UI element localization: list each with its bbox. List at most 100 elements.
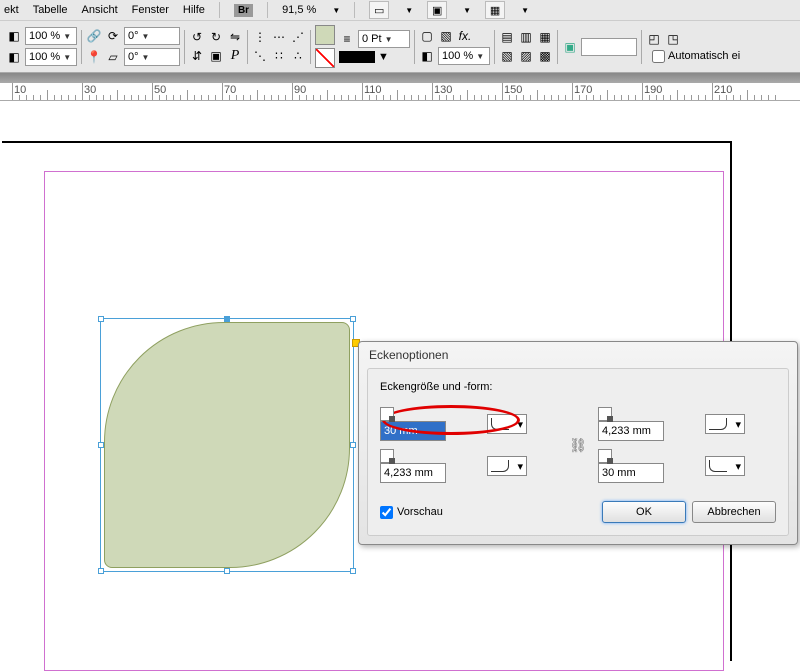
dist-icon[interactable]: ∴ [290, 48, 306, 64]
separator [310, 30, 311, 64]
rotate-ccw-icon[interactable]: ↺ [189, 29, 205, 45]
dist-icon[interactable]: ⋰ [290, 29, 306, 45]
corner-tr-swatch[interactable] [598, 407, 612, 421]
corner-br-shape-combo[interactable]: ▾ [705, 456, 745, 476]
document-canvas[interactable]: Eckenoptionen Eckengröße und -form: 30 m… [0, 101, 800, 621]
horizontal-ruler: 1030507090110130150170190210 [0, 83, 800, 101]
separator [557, 30, 558, 64]
opacity-combo-1[interactable]: 100 %▼ [25, 27, 77, 45]
page-border-top [2, 141, 732, 143]
wrap-icon[interactable]: ▤ [499, 29, 515, 45]
separator [267, 2, 268, 18]
corner-bl-swatch[interactable] [380, 449, 394, 463]
resize-handle[interactable] [224, 568, 230, 574]
chevron-down-icon[interactable]: ▼ [405, 6, 413, 15]
menu-fenster[interactable]: Fenster [132, 4, 169, 16]
dist-icon[interactable]: ⋱ [252, 48, 268, 64]
opacity-icon: ◧ [419, 48, 435, 64]
select-container-icon[interactable]: ▣ [208, 48, 224, 64]
rotate-cw-icon[interactable]: ↻ [208, 29, 224, 45]
control-panel: ◧100 %▼ ◧100 %▼ 🔗⟳0°▼ 📍▱0°▼ ↺↻⇋ ⇵▣P ⋮⋯⋰ … [0, 20, 800, 73]
cancel-button[interactable]: Abbrechen [692, 501, 776, 523]
fx-label-icon[interactable]: fx. [457, 28, 473, 44]
dist-icon[interactable]: ⋮ [252, 29, 268, 45]
corner-tr-size-input[interactable]: 4,233 mm [598, 421, 664, 441]
menu-bar: ekt Tabelle Ansicht Fenster Hilfe Br 91,… [0, 0, 800, 20]
menu-hilfe[interactable]: Hilfe [183, 4, 205, 16]
corner-tl-size-input[interactable]: 30 mm [380, 421, 446, 441]
stroke-opacity-combo[interactable]: 100 %▼ [438, 47, 490, 65]
dialog-title: Eckenoptionen [359, 342, 797, 368]
zoom-level[interactable]: 91,5 % [282, 4, 316, 16]
arrange-icon[interactable]: ▣ [427, 1, 447, 19]
tab-bar [0, 73, 800, 83]
corner-bl-shape-combo[interactable]: ▾ [487, 456, 527, 476]
resize-handle[interactable] [98, 316, 104, 322]
flip-h-icon[interactable]: ⇋ [227, 29, 243, 45]
wrap-icon[interactable]: ▥ [518, 29, 534, 45]
preview-checkbox[interactable] [380, 506, 393, 519]
auto-checkbox[interactable] [652, 50, 665, 63]
dist-icon[interactable]: ∷ [271, 48, 287, 64]
resize-handle[interactable] [350, 568, 356, 574]
wrap-icon[interactable]: ▨ [518, 48, 534, 64]
stroke-style[interactable] [339, 51, 375, 63]
pin-icon[interactable]: 📍 [86, 49, 102, 65]
dist-icon[interactable]: ⋯ [271, 29, 287, 45]
opacity-icon: ◧ [6, 49, 22, 65]
corner-icon[interactable]: ◰ [646, 31, 662, 47]
menu-ansicht[interactable]: Ansicht [82, 4, 118, 16]
corner-bl-size-input[interactable]: 4,233 mm [380, 463, 446, 483]
screen-mode-icon[interactable]: ▭ [369, 1, 389, 19]
corner-icon[interactable]: ◳ [665, 31, 681, 47]
resize-handle[interactable] [98, 568, 104, 574]
rotate-icon: ⟳ [105, 28, 121, 44]
opacity-combo-2[interactable]: 100 %▼ [25, 48, 77, 66]
stroke-weight-combo[interactable]: 0 Pt▼ [358, 30, 410, 48]
chevron-down-icon[interactable]: ▼ [332, 6, 340, 15]
paragraph-icon[interactable]: P [227, 48, 243, 64]
link-icon[interactable]: 🔗 [86, 28, 102, 44]
corner-tr-shape-combo[interactable]: ▾ [705, 414, 745, 434]
fit-combo[interactable] [581, 38, 637, 56]
separator [414, 30, 415, 64]
resize-handle[interactable] [224, 316, 230, 322]
angle-combo[interactable]: 0°▼ [124, 27, 180, 45]
chevron-down-icon[interactable]: ▼ [378, 51, 389, 63]
ok-button[interactable]: OK [602, 501, 686, 523]
shear-icon: ▱ [105, 49, 121, 65]
menu-object[interactable]: ekt [4, 4, 19, 16]
separator [81, 30, 82, 64]
view-options-icon[interactable]: ▦ [485, 1, 505, 19]
corner-tl-swatch[interactable] [380, 407, 394, 421]
resize-handle[interactable] [350, 316, 356, 322]
stroke-weight-icon: ≡ [339, 31, 355, 47]
separator [247, 30, 248, 64]
corner-br-size-input[interactable]: 30 mm [598, 463, 664, 483]
resize-handle[interactable] [350, 442, 356, 448]
resize-handle[interactable] [98, 442, 104, 448]
fill-swatch[interactable] [315, 25, 335, 45]
chevron-down-icon[interactable]: ▼ [463, 6, 471, 15]
flip-v-icon[interactable]: ⇵ [189, 48, 205, 64]
selection-bounding-box[interactable] [100, 318, 354, 572]
frame-fit-icon[interactable]: ▣ [562, 39, 578, 55]
bridge-button[interactable]: Br [234, 4, 253, 17]
wrap-icon[interactable]: ▧ [499, 48, 515, 64]
corner-tl-shape-combo[interactable]: ▾ [487, 414, 527, 434]
separator [354, 2, 355, 18]
fx-icon[interactable]: ▧ [438, 28, 454, 44]
wrap-icon[interactable]: ▩ [537, 48, 553, 64]
corner-options-dialog: Eckenoptionen Eckengröße und -form: 30 m… [358, 341, 798, 545]
auto-label: Automatisch ei [668, 50, 740, 62]
opacity-icon: ◧ [6, 28, 22, 44]
corner-br-swatch[interactable] [598, 449, 612, 463]
separator [494, 30, 495, 64]
chevron-down-icon[interactable]: ▼ [521, 6, 529, 15]
wrap-icon[interactable]: ▦ [537, 29, 553, 45]
shear-combo[interactable]: 0°▼ [124, 48, 180, 66]
link-corners-icon[interactable]: ⛓ [568, 437, 588, 454]
no-fill-swatch[interactable] [315, 48, 335, 68]
fx-icon[interactable]: ▢ [419, 28, 435, 44]
menu-tabelle[interactable]: Tabelle [33, 4, 68, 16]
